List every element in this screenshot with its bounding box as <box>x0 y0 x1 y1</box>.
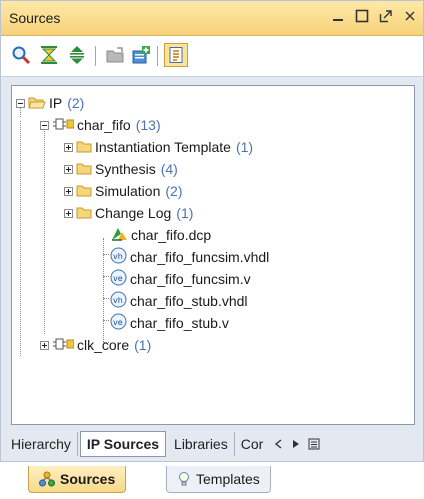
vhdl-file-icon: vh <box>110 291 127 311</box>
folder-icon <box>76 139 92 156</box>
ip-core-icon <box>52 337 75 354</box>
window-tab-sources-label: Sources <box>60 471 116 487</box>
tree-node-simulation[interactable]: Simulation (2) <box>64 180 183 202</box>
tab-ip-sources[interactable]: IP Sources <box>79 431 167 457</box>
float-icon[interactable] <box>375 5 397 27</box>
svg-text:ve: ve <box>113 274 123 283</box>
expand-toggle[interactable] <box>64 208 73 218</box>
tree-node-ip[interactable]: IP (2) <box>16 92 84 114</box>
expand-toggle[interactable] <box>64 186 73 196</box>
toolbar <box>1 36 423 77</box>
tab-libraries[interactable]: Libraries <box>168 432 235 456</box>
dcp-file-icon <box>110 226 128 245</box>
tree-file-char-fifo-funcsim-vhdl[interactable]: vh char_fifo_funcsim.vhdl <box>110 246 269 268</box>
show-hierarchy-icon[interactable] <box>164 43 188 67</box>
open-file-icon[interactable] <box>103 43 127 67</box>
window-tab-templates-label: Templates <box>196 471 260 487</box>
verilog-file-icon: ve <box>110 269 127 289</box>
toolbar-separator <box>95 46 96 66</box>
svg-text:vh: vh <box>113 252 123 261</box>
toolbar-separator <box>157 46 158 66</box>
scroll-right-icon[interactable] <box>287 432 305 456</box>
expand-toggle[interactable] <box>40 340 49 350</box>
tab-compile-order[interactable]: Cor <box>235 432 270 456</box>
expand-toggle[interactable] <box>64 164 73 174</box>
verilog-file-icon: ve <box>110 313 127 333</box>
close-icon[interactable] <box>399 5 421 27</box>
tree-file-char-fifo-dcp[interactable]: char_fifo.dcp <box>110 224 211 246</box>
sources-icon <box>39 471 55 487</box>
tree-node-char-fifo[interactable]: char_fifo (13) <box>40 114 161 136</box>
scroll-left-icon[interactable] <box>269 432 287 456</box>
collapse-all-icon[interactable] <box>37 43 61 67</box>
tree-connector <box>20 121 21 356</box>
ip-sources-tree[interactable]: IP (2) char_fifo (13) Instantiation Temp… <box>11 85 415 425</box>
tree-file-char-fifo-stub-v[interactable]: ve char_fifo_stub.v <box>110 312 229 334</box>
tree-node-change-log[interactable]: Change Log (1) <box>64 202 193 224</box>
expand-toggle[interactable] <box>64 142 73 152</box>
title-bar[interactable]: Sources <box>1 1 423 36</box>
view-tabs: Hierarchy IP Sources Libraries Cor <box>1 429 423 459</box>
ip-core-icon <box>52 117 75 134</box>
svg-text:ve: ve <box>113 318 123 327</box>
tree-file-char-fifo-stub-vhdl[interactable]: vh char_fifo_stub.vhdl <box>110 290 248 312</box>
folder-icon <box>76 161 92 178</box>
window-tab-templates[interactable]: Templates <box>166 466 271 493</box>
tree-node-clk-core[interactable]: clk_core (1) <box>40 334 151 356</box>
folder-icon <box>76 205 92 222</box>
svg-text:vh: vh <box>113 296 123 305</box>
collapse-toggle[interactable] <box>16 98 25 108</box>
tree-connector <box>44 125 45 334</box>
tree-connector <box>103 238 104 342</box>
window-tabs: Sources Templates <box>0 462 424 499</box>
panel-title: Sources <box>9 10 61 26</box>
folder-open-icon <box>28 95 46 112</box>
minimize-icon[interactable] <box>327 5 349 27</box>
folder-icon <box>76 183 92 200</box>
tab-list-icon[interactable] <box>305 432 323 456</box>
add-sources-icon[interactable] <box>129 43 153 67</box>
vhdl-file-icon: vh <box>110 247 127 267</box>
tree-node-instantiation-template[interactable]: Instantiation Template (1) <box>64 136 253 158</box>
tab-hierarchy[interactable]: Hierarchy <box>5 432 78 456</box>
maximize-icon[interactable] <box>351 5 373 27</box>
tree-node-synthesis[interactable]: Synthesis (4) <box>64 158 178 180</box>
search-icon[interactable] <box>9 43 33 67</box>
expand-all-icon[interactable] <box>65 43 89 67</box>
sources-panel: Sources IP (2) char_fifo (13) Instantiat… <box>0 0 424 462</box>
tree-file-char-fifo-funcsim-v[interactable]: ve char_fifo_funcsim.v <box>110 268 251 290</box>
collapse-toggle[interactable] <box>40 120 49 130</box>
window-tab-sources[interactable]: Sources <box>28 466 127 493</box>
lightbulb-icon <box>177 471 191 487</box>
